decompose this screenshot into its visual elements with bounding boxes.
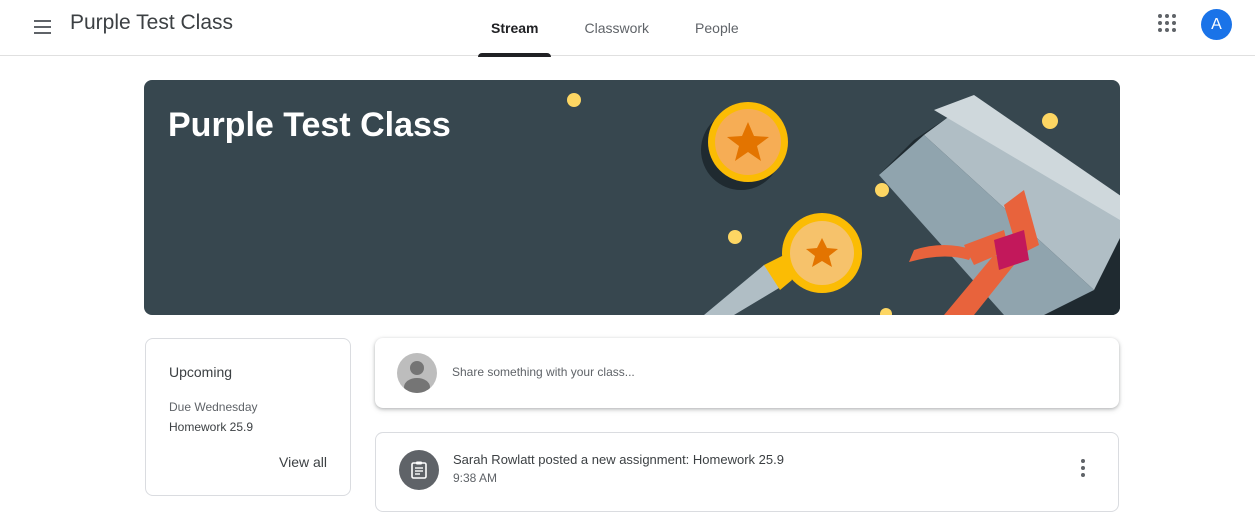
class-title[interactable]: Purple Test Class — [70, 11, 233, 35]
user-avatar-icon — [397, 353, 437, 393]
share-placeholder: Share something with your class... — [452, 365, 635, 379]
due-date-label: Due Wednesday — [169, 400, 258, 414]
top-app-bar: Purple Test Class Stream Classwork Peopl… — [0, 0, 1255, 57]
post-timestamp: 9:38 AM — [453, 471, 498, 485]
tab-stream[interactable]: Stream — [468, 0, 561, 57]
stream-post[interactable]: Sarah Rowlatt posted a new assignment: H… — [375, 432, 1119, 512]
class-banner: Purple Test Class — [144, 80, 1120, 315]
upcoming-assignment-link[interactable]: Homework 25.9 — [169, 420, 253, 434]
google-apps-icon[interactable] — [1158, 14, 1176, 32]
post-title[interactable]: Sarah Rowlatt posted a new assignment: H… — [453, 452, 784, 467]
tab-bar: Stream Classwork People — [468, 0, 762, 57]
tab-classwork[interactable]: Classwork — [561, 0, 672, 56]
tab-people[interactable]: People — [672, 0, 762, 56]
share-box[interactable]: Share something with your class... — [375, 338, 1119, 408]
upcoming-card: Upcoming Due Wednesday Homework 25.9 Vie… — [145, 338, 351, 496]
menu-icon[interactable] — [30, 14, 56, 40]
assignment-icon — [399, 450, 439, 490]
view-all-button[interactable]: View all — [279, 454, 327, 470]
more-options-icon[interactable] — [1073, 456, 1093, 480]
upcoming-title: Upcoming — [169, 364, 233, 380]
banner-title[interactable]: Purple Test Class — [168, 106, 451, 145]
account-avatar[interactable]: A — [1201, 9, 1232, 40]
